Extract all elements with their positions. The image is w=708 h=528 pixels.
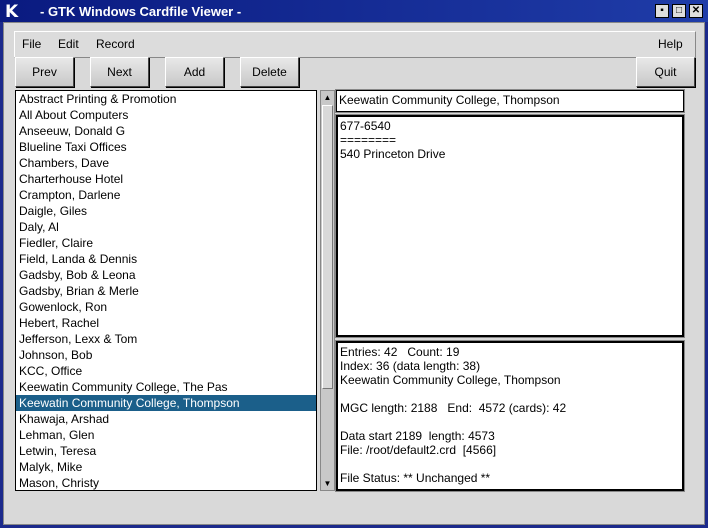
list-item[interactable]: Crampton, Darlene [16, 187, 316, 203]
maximize-icon[interactable]: □ [672, 4, 686, 18]
list-item[interactable]: Letwin, Teresa [16, 443, 316, 459]
list-item[interactable]: Gadsby, Bob & Leona [16, 267, 316, 283]
minimize-icon[interactable]: ▪ [655, 4, 669, 18]
list-item[interactable]: Malyk, Mike [16, 459, 316, 475]
list-item[interactable]: Daly, Al [16, 219, 316, 235]
list-item[interactable]: Gowenlock, Ron [16, 299, 316, 315]
menu-help[interactable]: Help [658, 37, 683, 51]
main-window: File Edit Record Help Prev Next Add Dele… [3, 22, 705, 525]
card-line: 677-6540 [340, 119, 391, 133]
window-title: - GTK Windows Cardfile Viewer - [40, 4, 242, 19]
list-item[interactable]: Mason, Christy [16, 475, 316, 491]
status-line [340, 457, 680, 471]
list-item[interactable]: Khawaja, Arshad [16, 411, 316, 427]
status-line: Keewatin Community College, Thompson [340, 373, 561, 387]
list-item[interactable]: Abstract Printing & Promotion [16, 91, 316, 107]
status-line: Entries: 42 Count: 19 [340, 345, 460, 359]
delete-button[interactable]: Delete [240, 57, 299, 87]
next-button[interactable]: Next [90, 57, 149, 87]
menu-file[interactable]: File [22, 37, 41, 51]
status-panel: Entries: 42 Count: 19 Index: 36 (data len… [335, 340, 685, 492]
card-title-field[interactable]: Keewatin Community College, Thompson [335, 89, 685, 113]
list-item[interactable]: Hebert, Rachel [16, 315, 316, 331]
close-icon[interactable]: ✕ [689, 4, 703, 18]
card-body-text[interactable]: 677-6540 ======== 540 Princeton Drive [335, 114, 685, 338]
list-item[interactable]: KCC, Office [16, 363, 316, 379]
list-item[interactable]: Jefferson, Lexx & Tom [16, 331, 316, 347]
list-item[interactable]: Blueline Taxi Offices [16, 139, 316, 155]
card-list[interactable]: Abstract Printing & Promotion All About C… [15, 90, 317, 491]
status-line: Data start 2189 length: 4573 [340, 429, 495, 443]
title-bar: K - GTK Windows Cardfile Viewer - ▪ □ ✕ [0, 0, 708, 22]
status-line: Index: 36 (data length: 38) [340, 359, 481, 373]
status-line [340, 387, 680, 401]
list-item[interactable]: Chambers, Dave [16, 155, 316, 171]
scroll-thumb[interactable] [322, 105, 333, 389]
card-line: 540 Princeton Drive [340, 147, 446, 161]
scroll-up-icon[interactable]: ▲ [322, 92, 333, 103]
list-item[interactable]: Daigle, Giles [16, 203, 316, 219]
list-item[interactable]: Field, Landa & Dennis [16, 251, 316, 267]
list-item[interactable]: Lehman, Glen [16, 427, 316, 443]
list-item[interactable]: Johnson, Bob [16, 347, 316, 363]
scroll-down-icon[interactable]: ▼ [322, 478, 333, 489]
app-icon: K [5, 2, 19, 22]
list-item[interactable]: Anseeuw, Donald G [16, 123, 316, 139]
prev-button[interactable]: Prev [15, 57, 74, 87]
card-line: ======== [340, 133, 397, 147]
list-item[interactable]: Gadsby, Brian & Merle [16, 283, 316, 299]
list-item[interactable]: All About Computers [16, 107, 316, 123]
list-item[interactable]: Fiedler, Claire [16, 235, 316, 251]
menu-edit[interactable]: Edit [58, 37, 79, 51]
add-button[interactable]: Add [165, 57, 224, 87]
list-item[interactable]: Keewatin Community College, Thompson [16, 395, 316, 411]
menu-bar: File Edit Record Help [14, 31, 696, 58]
list-item[interactable]: Charterhouse Hotel [16, 171, 316, 187]
status-line: MGC length: 2188 End: 4572 (cards): 42 [340, 401, 567, 415]
status-line [340, 415, 680, 429]
list-item[interactable]: Keewatin Community College, The Pas [16, 379, 316, 395]
status-line: File Status: ** Unchanged ** [340, 471, 491, 485]
card-title: Keewatin Community College, Thompson [339, 93, 560, 107]
status-line: File: /root/default2.crd [4566] [340, 443, 497, 457]
quit-button[interactable]: Quit [636, 57, 695, 87]
menu-record[interactable]: Record [96, 37, 135, 51]
list-scrollbar[interactable]: ▲ ▼ [320, 90, 335, 491]
